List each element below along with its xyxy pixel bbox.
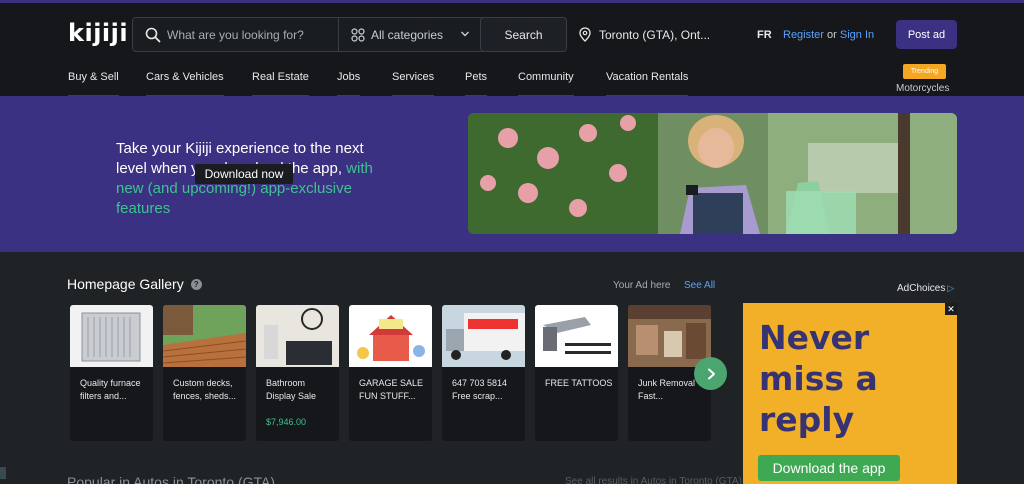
grid-icon (351, 27, 365, 42)
nav-item-services[interactable]: Services (392, 71, 435, 98)
nav-item-buy-sell[interactable]: Buy & Sell (68, 71, 119, 98)
popular-see-all-link[interactable]: See all results in Autos in Toronto (GTA… (565, 476, 742, 484)
chevron-down-icon (461, 31, 469, 37)
banner-photo (468, 113, 957, 234)
nav-item-community[interactable]: Community (518, 71, 574, 98)
register-link[interactable]: Register (783, 29, 824, 41)
nav-item-cars-vehicles[interactable]: Cars & Vehicles (146, 71, 224, 98)
gallery-card[interactable]: Bathroom Display Sale $7,946.00 (256, 305, 339, 441)
gallery-card[interactable]: FREE TATTOOS (535, 305, 618, 441)
card-thumbnail (442, 305, 525, 367)
ad-close-icon[interactable]: ✕ (945, 303, 957, 315)
display-ad[interactable]: ✕ Never miss a reply Download the app (743, 303, 957, 484)
scroll-edge-marker (0, 467, 6, 479)
search-button[interactable]: Search (480, 17, 567, 52)
chevron-right-icon (707, 368, 715, 379)
card-title: GARAGE SALE FUN STUFF... (359, 378, 424, 401)
gallery-card[interactable]: GARAGE SALE FUN STUFF... (349, 305, 432, 441)
woman-with-phone-image (468, 113, 957, 234)
gallery-card[interactable]: 647 703 5814 Free scrap... (442, 305, 525, 441)
nav-item-vacation-rentals[interactable]: Vacation Rentals (606, 71, 689, 98)
card-title: 647 703 5814 Free scrap... (452, 378, 508, 401)
help-icon[interactable]: ? (190, 278, 202, 290)
card-thumbnail (349, 305, 432, 367)
trending-link-motorcycles[interactable]: Motorcycles (896, 83, 949, 94)
sign-in-link[interactable]: Sign In (840, 29, 874, 41)
card-title: Custom decks, fences, sheds... (173, 378, 237, 401)
card-thumbnail (256, 305, 339, 367)
popular-section-title: Popular in Autos in Toronto (GTA) (67, 474, 276, 484)
post-ad-button[interactable]: Post ad (896, 20, 957, 49)
trending-badge: Trending (903, 64, 946, 79)
card-thumbnail (70, 305, 153, 367)
search-input[interactable] (167, 18, 367, 51)
gallery-title-text: Homepage Gallery (67, 276, 184, 292)
adchoices-link[interactable]: AdChoices ▷ (897, 283, 954, 294)
category-label: All categories (371, 27, 444, 42)
card-price: $7,946.00 (266, 417, 307, 427)
adchoices-icon: ▷ (947, 283, 955, 293)
auth-links: Register or Sign In (783, 29, 874, 41)
gallery-card[interactable]: Custom decks, fences, sheds... (163, 305, 246, 441)
card-thumbnail (628, 305, 711, 367)
search-bar: All categories Search (132, 17, 567, 52)
kijiji-logo[interactable]: kijiji (68, 19, 128, 47)
top-header: kijiji All categories Search Toronto (GT (0, 0, 1024, 98)
location-label: Toronto (GTA), Ont... (599, 27, 711, 42)
card-thumbnail (163, 305, 246, 367)
see-all-link[interactable]: See All (684, 280, 715, 291)
your-ad-here-link[interactable]: Your Ad here (613, 280, 670, 291)
nav-item-real-estate[interactable]: Real Estate (252, 71, 309, 98)
auth-or-text: or (827, 29, 837, 41)
language-toggle[interactable]: FR (757, 29, 772, 41)
nav-item-pets[interactable]: Pets (465, 71, 488, 98)
card-title: Quality furnace filters and... (80, 378, 141, 401)
homepage-gallery-title: Homepage Gallery ? (67, 276, 202, 292)
adchoices-label: AdChoices (897, 283, 946, 294)
app-promo-banner: Take your Kijiji experience to the next … (0, 96, 1024, 252)
search-icon (145, 27, 161, 43)
card-title: FREE TATTOOS (545, 378, 613, 388)
search-divider (338, 18, 339, 51)
download-now-button[interactable]: Download now (195, 164, 293, 184)
location-pin-icon (579, 27, 591, 42)
ad-headline: Never miss a reply (759, 318, 878, 439)
gallery-card[interactable]: Quality furnace filters and... (70, 305, 153, 441)
ad-download-app-button[interactable]: Download the app (758, 455, 900, 481)
card-thumbnail (535, 305, 618, 367)
card-title: Bathroom Display Sale (266, 378, 317, 401)
nav-item-jobs[interactable]: Jobs (337, 71, 361, 98)
gallery-next-button[interactable] (694, 357, 727, 390)
location-selector[interactable]: Toronto (GTA), Ont... (579, 27, 710, 42)
